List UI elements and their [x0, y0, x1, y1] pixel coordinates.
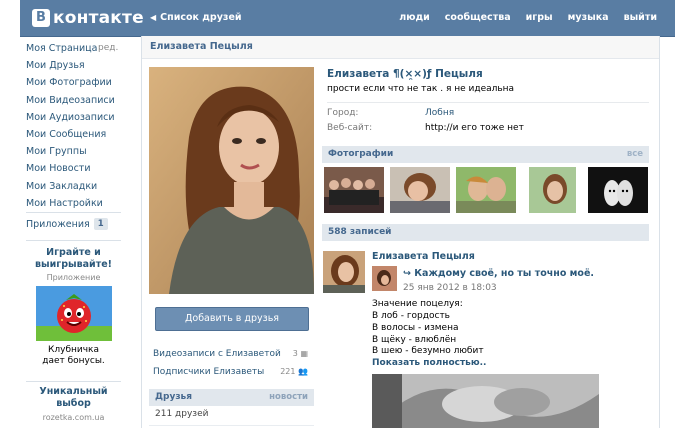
ad-block-rozetka[interactable]: Уникальный выбор rozetka.com.ua: [26, 386, 121, 422]
repost-date[interactable]: 25 янв 2012 в 18:03: [403, 283, 497, 293]
post-text-line: В лоб - гордость: [372, 311, 450, 321]
edit-link[interactable]: ред.: [98, 40, 118, 57]
top-nav: люди сообщества игры музыка выйти: [399, 12, 657, 23]
photo-thumbnail[interactable]: [324, 167, 384, 213]
menu-my-bookmarks[interactable]: Мои Закладки: [26, 178, 122, 195]
menu-apps[interactable]: Приложения 1: [26, 218, 108, 230]
profile-photo[interactable]: [149, 67, 314, 294]
ad2-title-line: выбор: [56, 398, 91, 409]
film-icon: ▦: [300, 349, 308, 358]
subscribers-link[interactable]: Подписчики Елизаветы 221 👥: [153, 367, 308, 377]
photo-thumbnail[interactable]: [456, 167, 516, 213]
ad2-title: Уникальный выбор: [26, 386, 121, 410]
post-author-name[interactable]: Елизавета Пецыля: [372, 251, 475, 262]
ad2-subtitle: rozetka.com.ua: [42, 413, 105, 422]
menu-my-friends[interactable]: Мои Друзья: [26, 57, 122, 74]
photo-thumbnail[interactable]: [390, 167, 450, 213]
nav-games[interactable]: игры: [526, 12, 553, 23]
menu-label: Моя Страница: [26, 43, 98, 54]
vk-logo[interactable]: В контакте: [32, 7, 144, 29]
subscribers-label: Подписчики Елизаветы: [153, 367, 265, 377]
subscribers-count-value: 221: [280, 367, 296, 376]
show-more-link[interactable]: Показать полностью..: [372, 358, 486, 368]
info-divider: [327, 102, 649, 103]
city-label: Город:: [327, 108, 359, 118]
vk-logo-text: контакте: [53, 8, 144, 28]
post-text-line: В щёку - влюблён: [372, 335, 457, 345]
photo-thumbnail[interactable]: [588, 167, 648, 213]
photo-thumbnail[interactable]: [529, 167, 589, 213]
videos-count: 3 ▦: [293, 349, 308, 358]
nav-music[interactable]: музыка: [568, 12, 609, 23]
menu-divider: [26, 381, 121, 382]
apps-label: Приложения: [26, 218, 90, 230]
city-value[interactable]: Лобня: [425, 108, 454, 118]
nav-people[interactable]: люди: [399, 12, 430, 23]
friends-section-header[interactable]: Друзья новости: [149, 389, 314, 406]
strawberry-ad-image[interactable]: [35, 286, 112, 341]
friends-title: Друзья: [155, 392, 193, 402]
back-to-friends-link[interactable]: ◀ Список друзей: [150, 12, 242, 23]
subscribers-count: 221 👥: [280, 367, 308, 376]
menu-my-messages[interactable]: Мои Сообщения: [26, 126, 122, 143]
nav-communities[interactable]: сообщества: [445, 12, 511, 23]
ad-text: Клубничка дает бонусы.: [26, 345, 121, 367]
people-icon: 👥: [298, 367, 308, 376]
top-bar: В контакте ◀ Список друзей люди сообществ…: [20, 0, 675, 37]
menu-my-audio[interactable]: Мои Аудиозаписи: [26, 109, 122, 126]
friends-news-link[interactable]: новости: [269, 392, 308, 402]
photos-section-header[interactable]: Фотографии все: [322, 146, 649, 163]
post-text-line: В шею - безумно любит: [372, 346, 484, 356]
post-text-line: В волосы - измена: [372, 323, 459, 333]
repost-title-link[interactable]: ↪ Каждому своё, но ты точно моё.: [403, 268, 594, 279]
menu-my-videos[interactable]: Мои Видеозаписи: [26, 92, 122, 109]
site-value[interactable]: http://и его тоже нет: [425, 123, 524, 133]
page-header: Елизавета Пецыля: [142, 36, 659, 59]
profile-status[interactable]: прости если что не так . я не идеальна: [327, 84, 514, 94]
friends-count[interactable]: 211 друзей: [155, 409, 208, 419]
ad-title-line: выигрывайте!: [35, 259, 112, 270]
menu-my-news[interactable]: Мои Новости: [26, 160, 122, 177]
repost-source-avatar[interactable]: [372, 266, 397, 291]
post-image[interactable]: [372, 374, 599, 428]
wall-section-header[interactable]: 588 записей: [322, 224, 649, 241]
page-title: Елизавета Пецыля: [150, 41, 253, 52]
menu-my-page[interactable]: Моя Страница ред.: [26, 40, 122, 57]
ad-block-game[interactable]: Играйте и выигрывайте! Приложение Клубни…: [26, 247, 121, 367]
post-author-avatar[interactable]: [323, 251, 365, 293]
vk-logo-icon: В: [32, 9, 50, 27]
nav-logout[interactable]: выйти: [624, 12, 657, 23]
ad-title-line: Играйте и: [46, 247, 101, 258]
ad-text-line: Клубничка: [47, 345, 100, 355]
friends-divider: [149, 425, 314, 426]
menu-divider: [26, 212, 121, 213]
left-menu: Моя Страница ред. Мои Друзья Мои Фотограф…: [26, 40, 122, 212]
post-text-line: Значение поцелуя:: [372, 299, 463, 309]
videos-with-link[interactable]: Видеозаписи с Елизаветой 3 ▦: [153, 349, 308, 359]
photos-all-link[interactable]: все: [627, 149, 643, 159]
ad-text-line: дает бонусы.: [42, 356, 105, 366]
add-friend-button[interactable]: Добавить в друзья: [155, 307, 309, 331]
ad2-title-line: Уникальный: [39, 386, 108, 397]
menu-my-settings[interactable]: Мои Настройки: [26, 195, 122, 212]
repost-arrow-icon: ↪: [403, 268, 411, 279]
wall-count-title: 588 записей: [328, 227, 392, 237]
chevron-left-icon: ◀: [150, 13, 157, 22]
ad-title: Играйте и выигрывайте!: [26, 247, 121, 271]
site-label: Веб-сайт:: [327, 123, 373, 133]
repost-title: Каждому своё, но ты точно моё.: [414, 268, 595, 279]
ad-subtitle: Приложение: [46, 273, 101, 282]
menu-divider: [26, 240, 121, 241]
videos-count-value: 3: [292, 349, 298, 358]
menu-my-photos[interactable]: Мои Фотографии: [26, 74, 122, 91]
videos-label: Видеозаписи с Елизаветой: [153, 349, 281, 359]
photos-title: Фотографии: [328, 149, 394, 159]
profile-name: Елизавета ¶(×̯×)ƒ Пецыля: [327, 68, 483, 80]
back-label: Список друзей: [160, 12, 242, 23]
menu-my-groups[interactable]: Мои Группы: [26, 143, 122, 160]
apps-count-badge: 1: [93, 218, 108, 230]
